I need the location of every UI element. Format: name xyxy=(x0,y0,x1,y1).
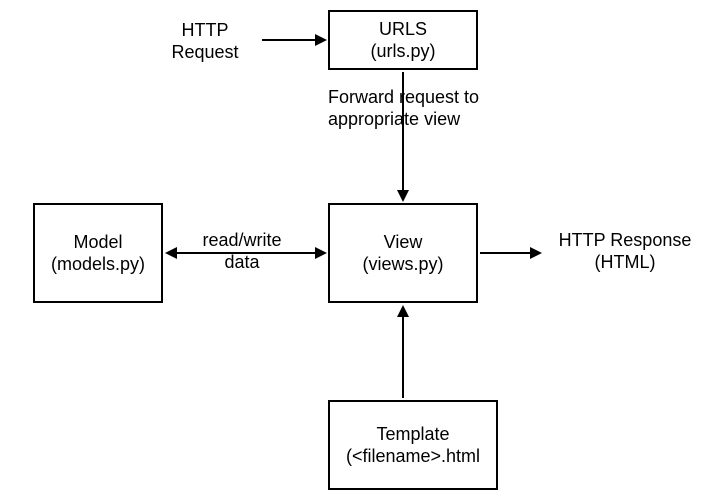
arrow-template-to-view xyxy=(397,305,409,398)
http-response-label: HTTP Response (HTML) xyxy=(545,230,705,273)
view-title: View xyxy=(384,231,423,254)
model-title: Model xyxy=(73,231,122,254)
urls-subtitle: (urls.py) xyxy=(370,40,435,63)
model-subtitle: (models.py) xyxy=(51,253,145,276)
template-subtitle: (<filename>.html xyxy=(346,445,480,468)
view-box: View (views.py) xyxy=(328,203,478,303)
arrow-view-to-response xyxy=(480,247,542,259)
diagram-stage: HTTP Request URLS (urls.py) Forward requ… xyxy=(0,0,713,503)
urls-box: URLS (urls.py) xyxy=(328,10,478,70)
forward-request-label: Forward request to appropriate view xyxy=(328,87,548,130)
view-subtitle: (views.py) xyxy=(362,253,443,276)
template-title: Template xyxy=(376,423,449,446)
template-box: Template (<filename>.html xyxy=(328,400,498,490)
arrow-request-to-urls xyxy=(262,34,327,46)
urls-title: URLS xyxy=(379,18,427,41)
readwrite-label: read/write data xyxy=(192,230,292,273)
model-box: Model (models.py) xyxy=(33,203,163,303)
http-request-label: HTTP Request xyxy=(150,20,260,63)
